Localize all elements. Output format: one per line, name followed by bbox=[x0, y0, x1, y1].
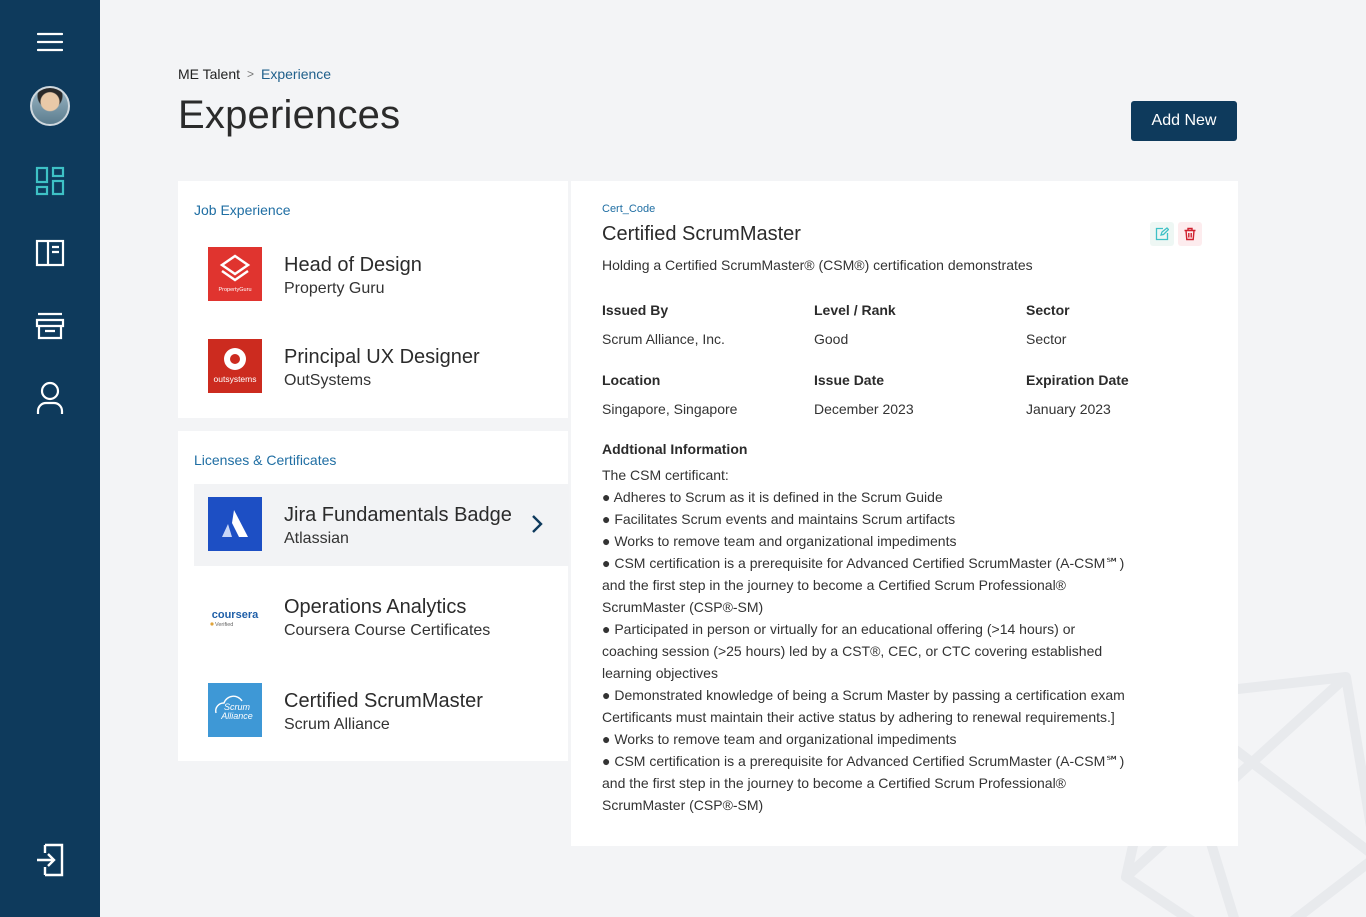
logout-button[interactable] bbox=[0, 842, 100, 878]
edit-icon bbox=[1155, 227, 1169, 241]
book-icon bbox=[35, 239, 65, 267]
chevron-right-icon bbox=[532, 515, 543, 533]
dashboard-icon bbox=[35, 166, 65, 196]
info-line: ● Participated in person or virtually fo… bbox=[602, 621, 1076, 637]
item-subtitle: Property Guru bbox=[284, 280, 385, 297]
info-line: ScrumMaster (CSP®-SM) bbox=[602, 599, 764, 615]
info-line: ● Facilitates Scrum events and maintains… bbox=[602, 511, 956, 527]
info-line: ● Works to remove team and organizationa… bbox=[602, 731, 957, 747]
cert-code: Cert_Code bbox=[602, 203, 656, 215]
list-item-selected[interactable]: Jira Fundamentals Badge Atlassian bbox=[194, 484, 569, 566]
breadcrumb-separator-icon: > bbox=[247, 67, 255, 81]
svg-text:Alliance: Alliance bbox=[220, 711, 253, 721]
item-title: Jira Fundamentals Badge bbox=[284, 504, 512, 526]
edit-button[interactable] bbox=[1150, 222, 1174, 246]
atlassian-logo bbox=[208, 497, 262, 551]
field-value: Sector bbox=[1026, 331, 1067, 347]
list-item[interactable]: coursera Verified Operations Analytics Co… bbox=[194, 576, 569, 658]
job-experience-heading: Job Experience bbox=[194, 202, 291, 218]
licenses-card: Licenses & Certificates Jira Fundamental… bbox=[178, 431, 569, 761]
info-line: ● Works to remove team and organizationa… bbox=[602, 533, 957, 549]
page-title: Experiences bbox=[178, 93, 401, 137]
scrum-alliance-logo: Scrum Alliance bbox=[208, 683, 262, 737]
add-new-button[interactable]: Add New bbox=[1131, 101, 1237, 141]
store-icon bbox=[35, 312, 65, 340]
profile-button[interactable] bbox=[0, 86, 100, 126]
field-label: Expiration Date bbox=[1026, 372, 1129, 388]
info-line: ScrumMaster (CSP®-SM) bbox=[602, 797, 764, 813]
svg-text:PropertyGuru: PropertyGuru bbox=[218, 287, 251, 293]
user-icon bbox=[36, 381, 64, 414]
nav-dashboard[interactable] bbox=[0, 165, 100, 197]
item-title: Certified ScrumMaster bbox=[284, 690, 483, 712]
outsystems-logo: outsystems bbox=[208, 339, 262, 393]
field-label: Issue Date bbox=[814, 372, 885, 388]
breadcrumb: ME Talent > Experience bbox=[178, 66, 331, 82]
info-line: learning objectives bbox=[602, 665, 718, 681]
item-subtitle: Scrum Alliance bbox=[284, 716, 390, 733]
item-subtitle: OutSystems bbox=[284, 372, 372, 389]
trash-icon bbox=[1184, 227, 1196, 241]
field-label: Level / Rank bbox=[814, 302, 896, 318]
field-label: Sector bbox=[1026, 302, 1070, 318]
detail-description: Holding a Certified ScrumMaster® (CSM®) … bbox=[602, 257, 1033, 273]
field-value: Singapore, Singapore bbox=[602, 401, 738, 417]
info-line: The CSM certificant: bbox=[602, 467, 729, 483]
svg-text:outsystems: outsystems bbox=[214, 374, 257, 384]
field-location: Location Singapore, Singapore bbox=[602, 372, 802, 417]
field-value: Scrum Alliance, Inc. bbox=[602, 331, 725, 347]
info-line: ● CSM certification is a prerequisite fo… bbox=[602, 753, 1125, 769]
list-item[interactable]: outsystems Principal UX Designer OutSyst… bbox=[194, 326, 569, 408]
breadcrumb-root[interactable]: ME Talent bbox=[178, 66, 240, 82]
coursera-logo: coursera Verified bbox=[208, 589, 262, 643]
nav-book[interactable] bbox=[0, 237, 100, 269]
item-subtitle: Coursera Course Certificates bbox=[284, 622, 491, 639]
field-issued-by: Issued By Scrum Alliance, Inc. bbox=[602, 302, 802, 347]
job-experience-card: Job Experience PropertyGuru Head of Desi… bbox=[178, 181, 568, 418]
item-subtitle: Atlassian bbox=[284, 530, 349, 547]
additional-info-heading: Addtional Information bbox=[602, 441, 748, 457]
field-level-rank: Level / Rank Good bbox=[814, 302, 1014, 347]
item-title: Head of Design bbox=[284, 254, 422, 276]
nav-store[interactable] bbox=[0, 310, 100, 342]
info-line: and the first step in the journey to bec… bbox=[602, 577, 1066, 593]
info-line: Certificants must maintain their active … bbox=[602, 709, 1115, 725]
delete-button[interactable] bbox=[1178, 222, 1202, 246]
list-item[interactable]: Scrum Alliance Certified ScrumMaster Scru… bbox=[194, 670, 569, 752]
item-title: Principal UX Designer bbox=[284, 346, 480, 368]
menu-icon bbox=[37, 32, 63, 52]
logout-icon bbox=[37, 843, 64, 877]
svg-text:Verified: Verified bbox=[215, 622, 233, 628]
sidebar bbox=[0, 0, 100, 917]
svg-text:coursera: coursera bbox=[212, 609, 259, 621]
field-sector: Sector Sector bbox=[1026, 302, 1226, 347]
info-line: ● Adheres to Scrum as it is defined in t… bbox=[602, 489, 943, 505]
licenses-heading: Licenses & Certificates bbox=[194, 452, 337, 468]
info-line: coaching session (>25 hours) led by a CS… bbox=[602, 643, 1103, 659]
field-label: Issued By bbox=[602, 302, 669, 318]
propertyguru-logo: PropertyGuru bbox=[208, 247, 262, 301]
nav-profile[interactable] bbox=[0, 380, 100, 416]
field-issue-date: Issue Date December 2023 bbox=[814, 372, 1014, 417]
info-line: ● CSM certification is a prerequisite fo… bbox=[602, 555, 1125, 571]
detail-title: Certified ScrumMaster bbox=[602, 223, 801, 245]
menu-button[interactable] bbox=[0, 28, 100, 56]
field-label: Location bbox=[602, 372, 661, 388]
certificate-detail-panel: Cert_Code Certified ScrumMaster Holding … bbox=[571, 181, 1238, 846]
field-value: January 2023 bbox=[1026, 401, 1111, 417]
field-expiration-date: Expiration Date January 2023 bbox=[1026, 372, 1226, 417]
list-item[interactable]: PropertyGuru Head of Design Property Gur… bbox=[194, 234, 569, 316]
avatar bbox=[30, 86, 70, 126]
item-title: Operations Analytics bbox=[284, 596, 467, 618]
field-value: Good bbox=[814, 331, 849, 347]
info-line: ● Demonstrated knowledge of being a Scru… bbox=[602, 687, 1125, 703]
info-line: and the first step in the journey to bec… bbox=[602, 775, 1066, 791]
additional-info-text: The CSM certificant: ● Adheres to Scrum … bbox=[602, 464, 1142, 816]
field-value: December 2023 bbox=[814, 401, 914, 417]
breadcrumb-current[interactable]: Experience bbox=[261, 66, 331, 82]
